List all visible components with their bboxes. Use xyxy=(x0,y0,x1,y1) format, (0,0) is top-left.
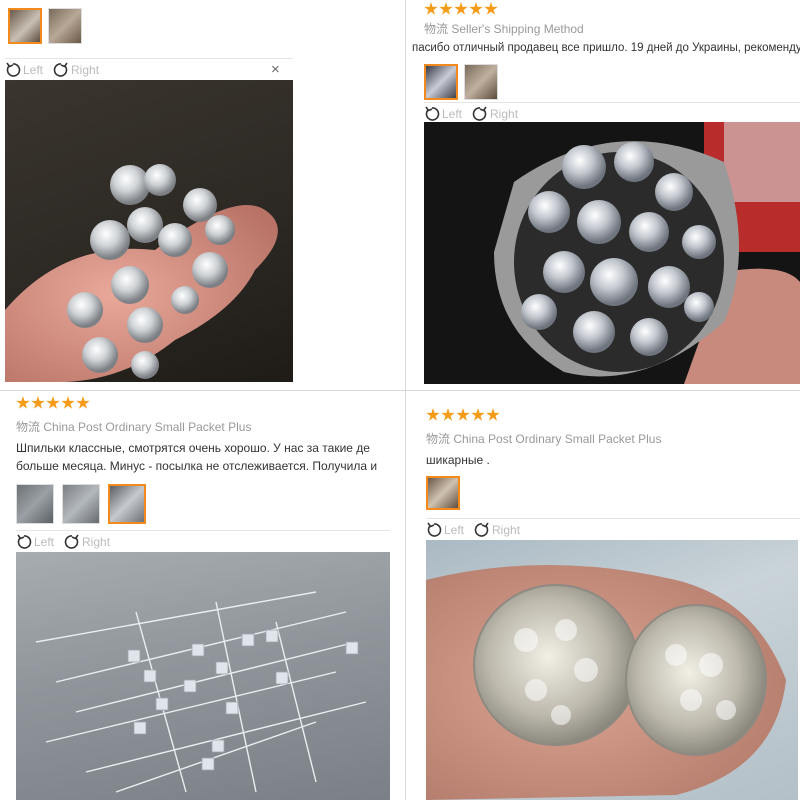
shipping-label: 物流 xyxy=(426,432,451,446)
review-panel-top-left: Left Right × xyxy=(0,0,400,390)
star-icon xyxy=(439,2,453,15)
shipping-value: China Post Ordinary Small Packet Plus xyxy=(453,432,662,446)
shipping-value: China Post Ordinary Small Packet Plus xyxy=(43,420,252,434)
rating-stars xyxy=(424,2,498,16)
star-icon xyxy=(454,2,468,15)
rotate-left-icon xyxy=(6,62,21,77)
review-photo xyxy=(426,540,798,800)
star-icon xyxy=(424,2,438,15)
thumbnail-strip xyxy=(16,484,146,524)
rotate-left-label: Left xyxy=(34,535,55,549)
rating-stars xyxy=(16,396,90,410)
review-thumbnail[interactable] xyxy=(424,64,458,100)
shipping-method: 物流 China Post Ordinary Small Packet Plus xyxy=(16,418,251,435)
rotate-right-icon xyxy=(474,522,489,537)
rotate-right-button[interactable]: Right xyxy=(474,522,520,538)
rotate-left-label: Left xyxy=(442,107,463,121)
review-panel-top-right: 物流 Seller's Shipping Method пасибо отлич… xyxy=(412,0,800,390)
shipping-method: 物流 Seller's Shipping Method xyxy=(424,20,584,37)
star-icon xyxy=(76,396,90,409)
review-thumbnail[interactable] xyxy=(48,8,82,44)
rotate-right-icon xyxy=(64,534,79,549)
review-text-line: Шпильки классные, смотрятся очень хорошо… xyxy=(16,441,370,455)
review-text: пасибо отличный продавец все пришло. 19 … xyxy=(412,42,800,54)
star-icon xyxy=(426,408,440,421)
rotate-left-button[interactable]: Left xyxy=(426,522,464,538)
star-icon xyxy=(484,2,498,15)
rating-stars xyxy=(426,408,500,422)
rotate-left-icon xyxy=(17,534,32,549)
star-icon xyxy=(46,396,60,409)
review-text: шикарные . xyxy=(426,453,490,467)
close-icon[interactable]: × xyxy=(271,61,280,78)
rotate-right-button[interactable]: Right xyxy=(53,62,99,78)
review-thumbnail[interactable] xyxy=(464,64,498,100)
rotate-right-button[interactable]: Right xyxy=(472,106,518,122)
rotate-left-button[interactable]: Left xyxy=(16,534,54,550)
panel-divider xyxy=(0,390,800,391)
rotate-left-icon xyxy=(425,106,440,121)
rotate-right-icon xyxy=(472,106,487,121)
review-text-line: больше месяца. Минус - посылка не отслеж… xyxy=(16,459,378,473)
review-photo xyxy=(424,122,800,384)
rotate-toolbar: Left Right xyxy=(5,58,293,81)
rotate-right-label: Right xyxy=(82,535,111,549)
rotate-left-icon xyxy=(427,522,442,537)
review-photo xyxy=(16,552,390,800)
thumbnail-strip xyxy=(8,8,82,44)
star-icon xyxy=(61,396,75,409)
review-photo xyxy=(5,80,293,382)
review-thumbnail[interactable] xyxy=(62,484,100,524)
rotate-left-button[interactable]: Left xyxy=(424,106,462,122)
star-icon xyxy=(469,2,483,15)
rotate-right-label: Right xyxy=(492,523,521,537)
shipping-label: 物流 xyxy=(16,420,41,434)
thumbnail-strip xyxy=(424,64,498,100)
rotate-toolbar: Left Right xyxy=(426,518,800,541)
rotate-right-label: Right xyxy=(71,63,100,77)
rotate-left-label: Left xyxy=(23,63,44,77)
star-icon xyxy=(441,408,455,421)
thumbnail-strip xyxy=(426,476,460,510)
review-thumbnail[interactable] xyxy=(426,476,460,510)
shipping-value: Seller's Shipping Method xyxy=(451,22,584,36)
review-thumbnail[interactable] xyxy=(8,8,42,44)
rotate-toolbar: Left Right xyxy=(16,530,390,553)
star-icon xyxy=(486,408,500,421)
shipping-label: 物流 xyxy=(424,22,449,36)
review-panel-bottom-right: 物流 China Post Ordinary Small Packet Plus… xyxy=(412,390,800,800)
rotate-right-button[interactable]: Right xyxy=(64,534,110,550)
star-icon xyxy=(31,396,45,409)
rotate-right-label: Right xyxy=(490,107,519,121)
review-panel-bottom-left: 物流 China Post Ordinary Small Packet Plus… xyxy=(0,390,400,800)
rotate-right-icon xyxy=(53,62,68,77)
rotate-left-label: Left xyxy=(444,523,465,537)
review-thumbnail[interactable] xyxy=(108,484,146,524)
star-icon xyxy=(16,396,30,409)
star-icon xyxy=(456,408,470,421)
shipping-method: 物流 China Post Ordinary Small Packet Plus xyxy=(426,430,661,447)
rotate-left-button[interactable]: Left xyxy=(5,62,43,78)
star-icon xyxy=(471,408,485,421)
panel-divider xyxy=(405,0,406,800)
review-thumbnail[interactable] xyxy=(16,484,54,524)
